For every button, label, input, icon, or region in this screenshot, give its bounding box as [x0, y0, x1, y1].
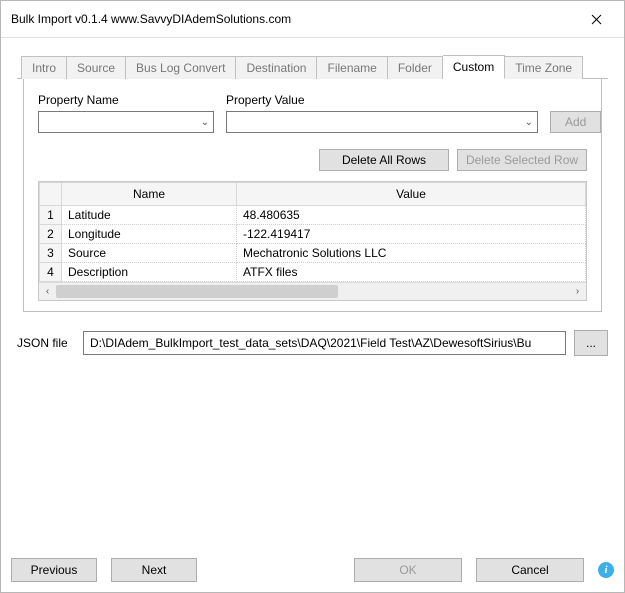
tab-folder[interactable]: Folder — [388, 56, 443, 79]
table-row[interactable]: 3SourceMechatronic Solutions LLC — [40, 244, 586, 263]
column-header-value[interactable]: Value — [237, 183, 586, 206]
cell-name[interactable]: Latitude — [62, 206, 237, 225]
delete-selected-row-button[interactable]: Delete Selected Row — [457, 149, 587, 171]
row-number[interactable]: 3 — [40, 244, 62, 263]
delete-all-rows-button[interactable]: Delete All Rows — [319, 149, 449, 171]
scroll-left-arrow-icon[interactable]: ‹ — [39, 283, 56, 300]
chevron-down-icon: ⌄ — [201, 117, 209, 128]
property-input-row: Property Name ⌄ Property Value ⌄ Add — [38, 93, 587, 133]
cell-name[interactable]: Source — [62, 244, 237, 263]
cancel-button[interactable]: Cancel — [476, 558, 584, 582]
properties-table-grid[interactable]: Name Value 1Latitude48.4806352Longitude-… — [39, 182, 586, 282]
row-number[interactable]: 1 — [40, 206, 62, 225]
tab-panel-custom: Property Name ⌄ Property Value ⌄ Add — [23, 79, 602, 312]
tab-intro[interactable]: Intro — [21, 56, 67, 79]
table-row[interactable]: 4DescriptionATFX files — [40, 263, 586, 282]
tab-timezone[interactable]: Time Zone — [505, 56, 583, 79]
horizontal-scrollbar[interactable]: ‹ › — [39, 282, 586, 300]
scroll-track[interactable] — [56, 283, 569, 300]
json-file-path-text: D:\DIAdem_BulkImport_test_data_sets\DAQ\… — [90, 336, 531, 350]
json-file-label: JSON file — [17, 336, 75, 350]
content-area: IntroSourceBus Log ConvertDestinationFil… — [1, 38, 624, 552]
property-value-label: Property Value — [226, 93, 538, 107]
column-header-name[interactable]: Name — [62, 183, 237, 206]
column-header-rownum[interactable] — [40, 183, 62, 206]
cell-name[interactable]: Description — [62, 263, 237, 282]
window-title: Bulk Import v0.1.4 www.SavvyDIAdemSoluti… — [11, 12, 291, 26]
close-button[interactable] — [578, 7, 614, 31]
previous-button[interactable]: Previous — [11, 558, 97, 582]
tab-buslog[interactable]: Bus Log Convert — [126, 56, 236, 79]
scroll-thumb[interactable] — [56, 285, 338, 298]
row-actions: Delete All Rows Delete Selected Row — [38, 149, 587, 171]
tab-source[interactable]: Source — [67, 56, 126, 79]
close-icon — [591, 14, 602, 25]
tab-filename[interactable]: Filename — [317, 56, 387, 79]
row-number[interactable]: 2 — [40, 225, 62, 244]
tab-destination[interactable]: Destination — [236, 56, 317, 79]
property-name-combo[interactable]: ⌄ — [38, 111, 214, 133]
row-number[interactable]: 4 — [40, 263, 62, 282]
tab-custom[interactable]: Custom — [443, 55, 505, 79]
json-file-row: JSON file D:\DIAdem_BulkImport_test_data… — [17, 330, 608, 356]
add-button[interactable]: Add — [550, 111, 601, 133]
title-bar: Bulk Import v0.1.4 www.SavvyDIAdemSoluti… — [1, 1, 624, 38]
info-icon[interactable]: i — [598, 562, 614, 578]
bottom-bar: Previous Next OK Cancel i — [1, 552, 624, 592]
scroll-right-arrow-icon[interactable]: › — [569, 283, 586, 300]
cell-value[interactable]: Mechatronic Solutions LLC — [237, 244, 586, 263]
property-value-combo[interactable]: ⌄ — [226, 111, 538, 133]
cell-value[interactable]: 48.480635 — [237, 206, 586, 225]
chevron-down-icon: ⌄ — [525, 117, 533, 128]
tabs: IntroSourceBus Log ConvertDestinationFil… — [11, 48, 614, 320]
browse-button[interactable]: ... — [574, 330, 608, 356]
json-file-path-field[interactable]: D:\DIAdem_BulkImport_test_data_sets\DAQ\… — [83, 331, 566, 355]
cell-value[interactable]: -122.419417 — [237, 225, 586, 244]
cell-value[interactable]: ATFX files — [237, 263, 586, 282]
property-name-label: Property Name — [38, 93, 214, 107]
next-button[interactable]: Next — [111, 558, 197, 582]
ok-button[interactable]: OK — [354, 558, 462, 582]
table-row[interactable]: 2Longitude-122.419417 — [40, 225, 586, 244]
cell-name[interactable]: Longitude — [62, 225, 237, 244]
properties-table: Name Value 1Latitude48.4806352Longitude-… — [38, 181, 587, 301]
table-row[interactable]: 1Latitude48.480635 — [40, 206, 586, 225]
bulk-import-window: Bulk Import v0.1.4 www.SavvyDIAdemSoluti… — [0, 0, 625, 593]
